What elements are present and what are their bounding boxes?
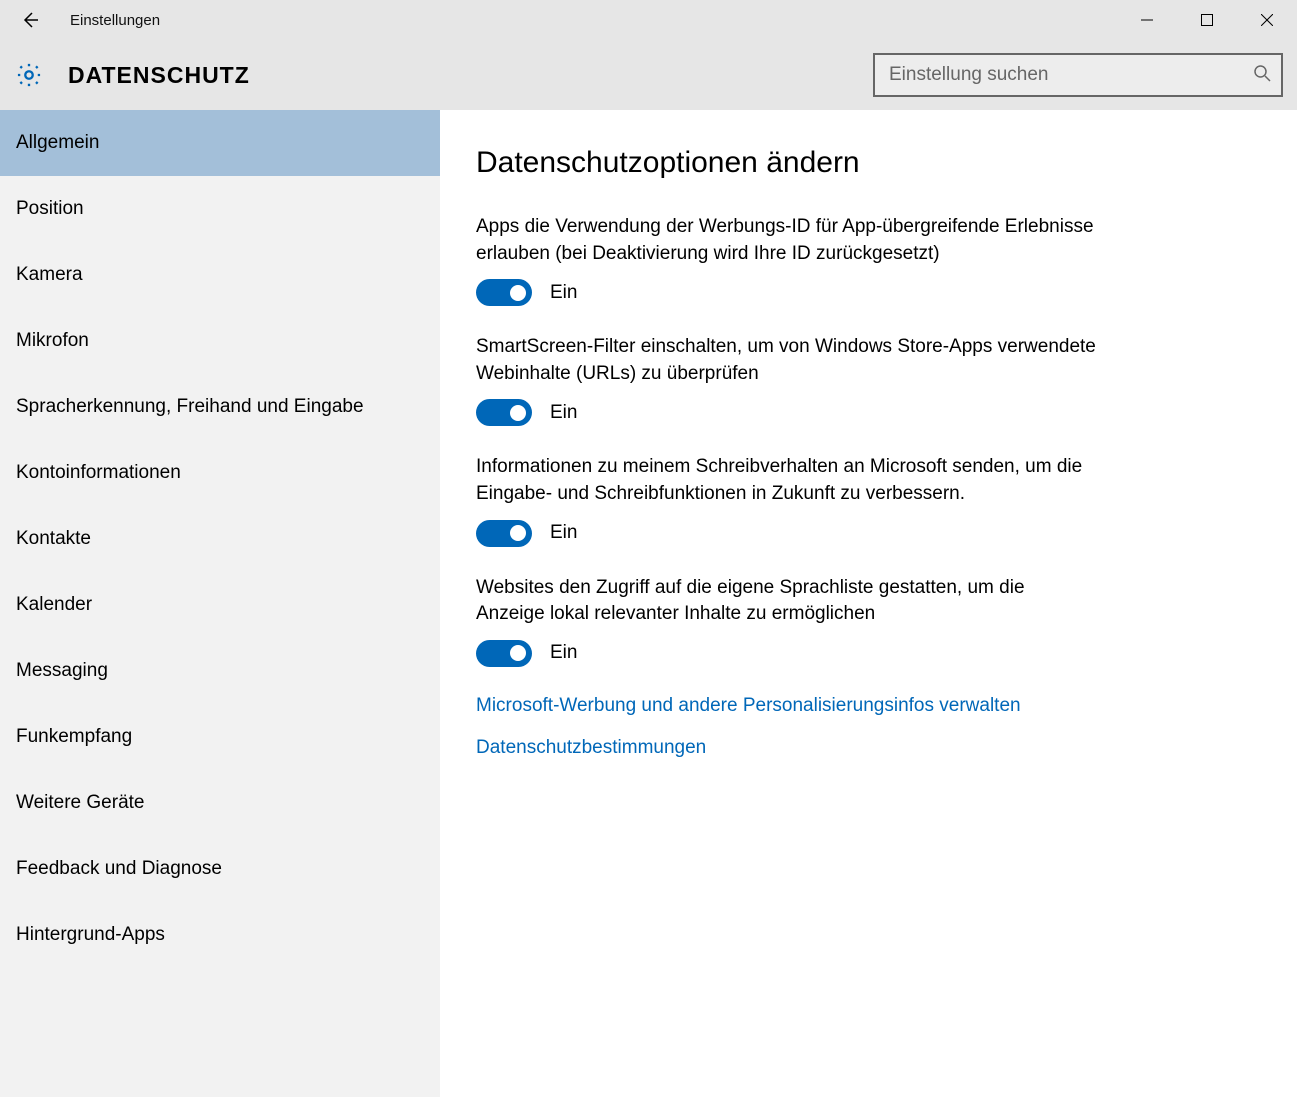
search-icon bbox=[1253, 64, 1271, 87]
sidebar-item[interactable]: Kontoinformationen bbox=[0, 440, 440, 506]
header: DATENSCHUTZ bbox=[0, 40, 1297, 110]
setting-block: SmartScreen-Filter einschalten, um von W… bbox=[476, 334, 1096, 426]
sidebar-item[interactable]: Kalender bbox=[0, 572, 440, 638]
back-arrow-icon bbox=[20, 10, 40, 30]
sidebar-item[interactable]: Feedback und Diagnose bbox=[0, 836, 440, 902]
setting-description: Informationen zu meinem Schreibverhalten… bbox=[476, 454, 1096, 507]
back-button[interactable] bbox=[8, 0, 52, 40]
toggle-switch[interactable] bbox=[476, 520, 532, 547]
sidebar-item[interactable]: Funkempfang bbox=[0, 704, 440, 770]
toggle-switch[interactable] bbox=[476, 640, 532, 667]
close-icon bbox=[1261, 14, 1273, 26]
toggle-state-label: Ein bbox=[550, 522, 577, 544]
sidebar-item[interactable]: Position bbox=[0, 176, 440, 242]
window-title: Einstellungen bbox=[70, 12, 160, 29]
sidebar-item[interactable]: Kamera bbox=[0, 242, 440, 308]
sidebar-item[interactable]: Spracherkennung, Freihand und Eingabe bbox=[0, 374, 440, 440]
sidebar-item[interactable]: Mikrofon bbox=[0, 308, 440, 374]
toggle-switch[interactable] bbox=[476, 279, 532, 306]
sidebar-item-label: Weitere Geräte bbox=[16, 792, 144, 814]
titlebar: Einstellungen bbox=[0, 0, 1297, 40]
toggle-row: Ein bbox=[476, 279, 1096, 306]
toggle-row: Ein bbox=[476, 399, 1096, 426]
content-link[interactable]: Microsoft-Werbung und andere Personalisi… bbox=[476, 695, 1261, 717]
sidebar-item-label: Funkempfang bbox=[16, 726, 132, 748]
sidebar-item-label: Spracherkennung, Freihand und Eingabe bbox=[16, 396, 364, 418]
sidebar-item-label: Allgemein bbox=[16, 132, 99, 154]
sidebar-item-label: Hintergrund-Apps bbox=[16, 924, 165, 946]
setting-description: Apps die Verwendung der Werbungs-ID für … bbox=[476, 214, 1096, 267]
search-input[interactable] bbox=[889, 64, 1253, 86]
minimize-icon bbox=[1141, 14, 1153, 26]
settings-gear-icon bbox=[14, 60, 44, 90]
sidebar-item-label: Kontoinformationen bbox=[16, 462, 181, 484]
setting-description: SmartScreen-Filter einschalten, um von W… bbox=[476, 334, 1096, 387]
toggle-row: Ein bbox=[476, 520, 1096, 547]
search-box[interactable] bbox=[873, 53, 1283, 97]
setting-description: Websites den Zugriff auf die eigene Spra… bbox=[476, 575, 1096, 628]
toggle-state-label: Ein bbox=[550, 642, 577, 664]
sidebar-item-label: Position bbox=[16, 198, 84, 220]
toggle-switch[interactable] bbox=[476, 399, 532, 426]
toggle-row: Ein bbox=[476, 640, 1096, 667]
minimize-button[interactable] bbox=[1117, 0, 1177, 40]
setting-block: Informationen zu meinem Schreibverhalten… bbox=[476, 454, 1096, 546]
sidebar-item[interactable]: Allgemein bbox=[0, 110, 440, 176]
maximize-button[interactable] bbox=[1177, 0, 1237, 40]
sidebar-item-label: Kamera bbox=[16, 264, 83, 286]
sidebar-item-label: Messaging bbox=[16, 660, 108, 682]
page-heading: DATENSCHUTZ bbox=[68, 62, 250, 89]
sidebar-item-label: Kontakte bbox=[16, 528, 91, 550]
maximize-icon bbox=[1201, 14, 1213, 26]
toggle-state-label: Ein bbox=[550, 402, 577, 424]
sidebar: Allgemein Position Kamera Mikrofon Spracherk… bbox=[0, 110, 440, 1097]
sidebar-item[interactable]: Hintergrund-Apps bbox=[0, 902, 440, 968]
setting-block: Websites den Zugriff auf die eigene Spra… bbox=[476, 575, 1096, 667]
content-title: Datenschutzoptionen ändern bbox=[476, 146, 1261, 180]
close-button[interactable] bbox=[1237, 0, 1297, 40]
sidebar-item[interactable]: Messaging bbox=[0, 638, 440, 704]
toggle-state-label: Ein bbox=[550, 282, 577, 304]
sidebar-item[interactable]: Weitere Geräte bbox=[0, 770, 440, 836]
content-link[interactable]: Datenschutzbestimmungen bbox=[476, 737, 1261, 759]
window-controls bbox=[1117, 0, 1297, 40]
content-pane: Datenschutzoptionen ändern Apps die Verw… bbox=[440, 110, 1297, 1097]
sidebar-item-label: Mikrofon bbox=[16, 330, 89, 352]
sidebar-item-label: Kalender bbox=[16, 594, 92, 616]
setting-block: Apps die Verwendung der Werbungs-ID für … bbox=[476, 214, 1096, 306]
sidebar-item[interactable]: Kontakte bbox=[0, 506, 440, 572]
sidebar-item-label: Feedback und Diagnose bbox=[16, 858, 222, 880]
